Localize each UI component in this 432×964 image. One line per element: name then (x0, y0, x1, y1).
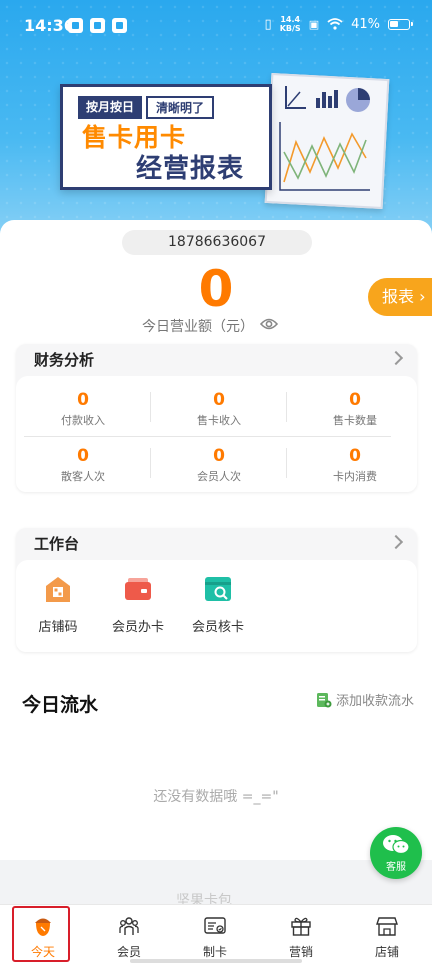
sim-icon: ▣ (308, 17, 320, 31)
tool-store-code[interactable]: 店铺码 (18, 574, 98, 635)
video-app-icon (68, 18, 83, 33)
banner-headline-2: 经营报表 (136, 154, 245, 184)
shop-icon (376, 917, 398, 936)
wifi-icon (327, 18, 343, 30)
eye-icon[interactable] (260, 317, 278, 331)
divider (150, 448, 151, 478)
network-speed: 14.4 KB/S (279, 15, 301, 33)
verify-card-icon (205, 577, 231, 601)
add-payment-flow-label: 添加收款流水 (336, 694, 415, 709)
empty-state-text: 还没有数据哦 =_=" (153, 789, 279, 805)
finance-stats: 0 付款收入 0 售卡收入 0 售卡数量 0 散客人次 0 会员人次 0 卡内消… (16, 376, 417, 492)
store-phone[interactable]: 18786636067 (122, 230, 312, 255)
chevron-right-icon (388, 534, 404, 550)
divider (286, 392, 287, 422)
today-flow-title: 今日流水 (22, 694, 99, 716)
divider (150, 392, 151, 422)
divider (24, 436, 391, 437)
status-bar: 14:36 ▯ 14.4 KB/S ▣ 41% (0, 0, 432, 52)
notification-icons (68, 18, 127, 33)
status-right: ▯ 14.4 KB/S ▣ 41% (264, 15, 413, 33)
stat-card-sales-income[interactable]: 0 售卡收入 (154, 390, 284, 428)
banner-tag-clear: 清晰明了 (146, 96, 215, 119)
banner-tags: 按月按日 清晰明了 (78, 96, 215, 119)
make-card-icon (204, 917, 226, 934)
card-icon (125, 578, 151, 600)
store-icon (46, 577, 70, 602)
chart-illustration-icon (279, 86, 370, 191)
mail-app-icon (90, 18, 105, 33)
battery-percent: 41% (351, 16, 380, 32)
tool-member-card-issue[interactable]: 会员办卡 (98, 574, 178, 635)
finance-header[interactable]: 财务分析 (16, 344, 417, 376)
gift-icon (291, 917, 311, 936)
members-icon (119, 917, 139, 935)
divider (286, 448, 287, 478)
report-button[interactable]: 报表 › (368, 278, 432, 316)
workbench-section: 工作台 店铺码 会员办卡 会员核卡 (16, 528, 417, 652)
stat-member-visits[interactable]: 0 会员人次 (154, 446, 284, 484)
selected-tab-highlight (12, 906, 70, 962)
stat-card-consumption[interactable]: 0 卡内消费 (290, 446, 420, 484)
wechat-icon (383, 835, 410, 855)
add-payment-flow-button[interactable]: 添加收款流水 (316, 690, 414, 709)
tab-members[interactable]: 会员 (86, 905, 172, 964)
today-revenue-label: 今日营业额（元） (142, 319, 254, 335)
finance-analysis-section: 财务分析 0 付款收入 0 售卡收入 0 售卡数量 0 散客人次 0 会员人次 … (16, 344, 417, 492)
add-record-icon (317, 692, 332, 707)
today-revenue-amount: 0 (198, 260, 234, 318)
tab-marketing[interactable]: 营销 (258, 905, 344, 964)
header-background: 14:36 ▯ 14.4 KB/S ▣ 41% 按月按日 清晰明了 售卡用卡 经… (0, 0, 432, 250)
home-indicator[interactable] (130, 959, 302, 963)
chevron-right-icon (388, 350, 404, 366)
chevron-right-icon: › (414, 287, 426, 306)
workbench-tools: 店铺码 会员办卡 会员核卡 (16, 560, 417, 652)
finance-title: 财务分析 (34, 351, 95, 369)
stat-cards-sold[interactable]: 0 售卡数量 (290, 390, 420, 428)
battery-icon (388, 18, 413, 30)
tab-make-card[interactable]: 制卡 (172, 905, 258, 964)
promo-banner[interactable]: 按月按日 清晰明了 售卡用卡 经营报表 (56, 68, 390, 209)
main-panel: 18786636067 0 今日营业额（元） 报表 › 财务分析 0 付款收入 … (0, 220, 432, 934)
vibrate-icon: ▯ (264, 16, 272, 32)
tab-shop[interactable]: 店铺 (344, 905, 430, 964)
banner-tag-monthly: 按月按日 (78, 96, 143, 119)
stat-payment-income[interactable]: 0 付款收入 (18, 390, 148, 428)
report-button-label: 报表 (382, 287, 415, 306)
workbench-title: 工作台 (34, 535, 80, 553)
stat-walk-in-visits[interactable]: 0 散客人次 (18, 446, 148, 484)
customer-service-button[interactable]: 客服 (370, 827, 422, 879)
customer-service-label: 客服 (386, 862, 406, 873)
crown-app-icon (112, 18, 127, 33)
workbench-header[interactable]: 工作台 (16, 528, 417, 560)
tool-member-card-verify[interactable]: 会员核卡 (178, 574, 258, 635)
